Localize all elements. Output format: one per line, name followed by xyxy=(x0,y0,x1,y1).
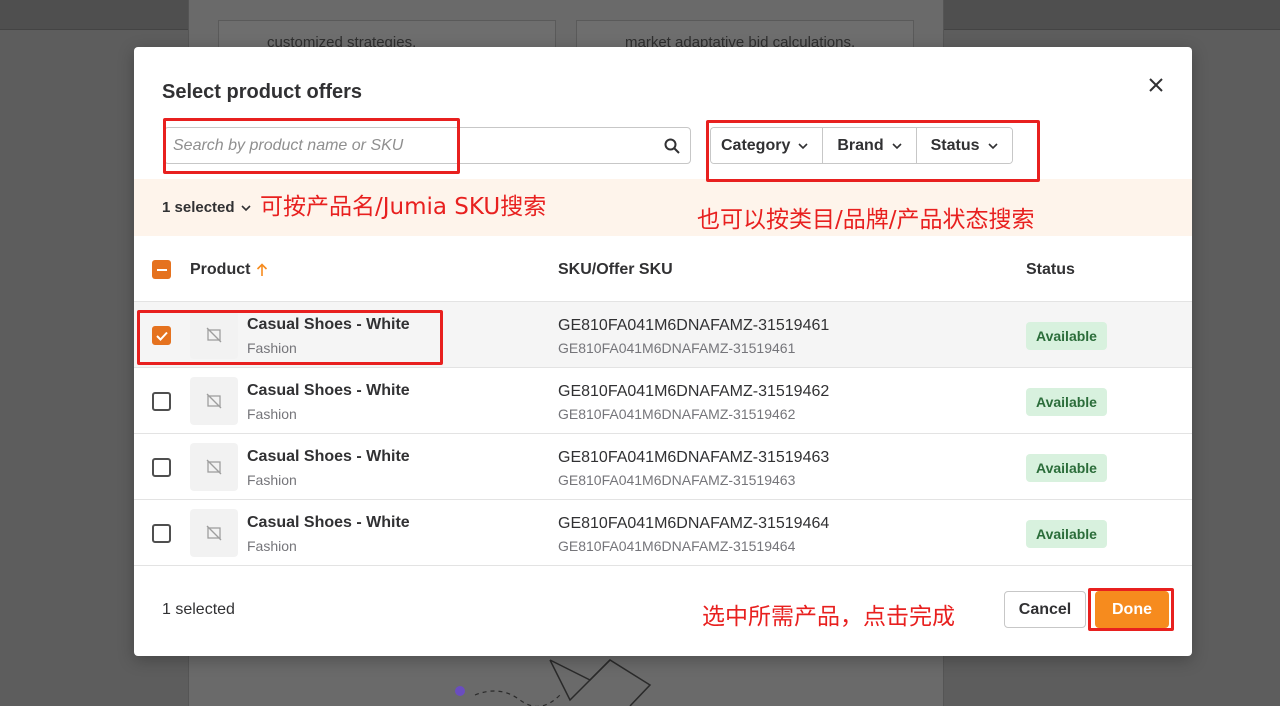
product-sku: GE810FA041M6DNAFAMZ-31519463 xyxy=(558,449,830,466)
checkmark-icon xyxy=(155,331,168,341)
chevron-down-icon xyxy=(987,142,998,149)
chevron-down-icon xyxy=(240,204,251,211)
offer-sku: GE810FA041M6DNAFAMZ-31519461 xyxy=(558,340,796,356)
status-badge: Available xyxy=(1026,520,1107,548)
status-column-header: Status xyxy=(1026,261,1075,278)
brand-filter-label: Brand xyxy=(837,136,884,154)
offer-sku: GE810FA041M6DNAFAMZ-31519464 xyxy=(558,538,796,554)
product-category: Fashion xyxy=(247,472,297,488)
row-checkbox[interactable] xyxy=(152,326,171,345)
search-icon[interactable] xyxy=(664,138,680,154)
product-column-header[interactable]: Product xyxy=(190,261,268,279)
image-placeholder-icon xyxy=(206,327,222,343)
category-filter-label: Category xyxy=(721,136,791,154)
table-row[interactable]: Casual Shoes - White Fashion GE810FA041M… xyxy=(134,368,1192,434)
product-name: Casual Shoes - White xyxy=(247,514,410,531)
select-offers-modal: Select product offers Category Brand Sta… xyxy=(134,47,1192,656)
chevron-down-icon xyxy=(892,142,902,149)
modal-title: Select product offers xyxy=(162,81,363,103)
table-row[interactable]: Casual Shoes - White Fashion GE810FA041M… xyxy=(134,434,1192,500)
status-filter-button[interactable]: Status xyxy=(916,128,1012,163)
product-column-label: Product xyxy=(190,261,251,278)
status-badge: Available xyxy=(1026,388,1107,416)
annotation-filter-note: 也可以按类目/品牌/产品状态搜索 xyxy=(697,207,1035,233)
row-checkbox[interactable] xyxy=(152,392,171,411)
product-thumbnail xyxy=(190,311,238,359)
product-name: Casual Shoes - White xyxy=(247,316,410,333)
footer-selected-count: 1 selected xyxy=(162,601,235,618)
product-name: Casual Shoes - White xyxy=(247,382,410,399)
sku-column-header: SKU/Offer SKU xyxy=(558,261,673,278)
product-category: Fashion xyxy=(247,538,297,554)
table-row[interactable]: Casual Shoes - White Fashion GE810FA041M… xyxy=(134,302,1192,368)
status-badge: Available xyxy=(1026,322,1107,350)
product-sku: GE810FA041M6DNAFAMZ-31519462 xyxy=(558,383,830,400)
close-button[interactable] xyxy=(1144,73,1168,97)
offer-sku: GE810FA041M6DNAFAMZ-31519463 xyxy=(558,472,796,488)
search-box xyxy=(164,127,691,164)
product-name: Casual Shoes - White xyxy=(247,448,410,465)
done-button[interactable]: Done xyxy=(1095,591,1169,628)
table-row[interactable]: Casual Shoes - White Fashion GE810FA041M… xyxy=(134,500,1192,566)
table-header: Product SKU/Offer SKU Status xyxy=(134,236,1192,302)
offer-sku: GE810FA041M6DNAFAMZ-31519462 xyxy=(558,406,796,422)
close-icon xyxy=(1149,78,1163,92)
modal-footer: 1 selected Cancel Done xyxy=(134,566,1192,656)
background-illustration xyxy=(455,659,652,706)
image-placeholder-icon xyxy=(206,525,222,541)
annotation-search-note: 可按产品名/Jumia SKU搜索 xyxy=(260,194,547,220)
annotation-done-note: 选中所需产品，点击完成 xyxy=(702,604,955,630)
product-sku: GE810FA041M6DNAFAMZ-31519464 xyxy=(558,515,830,532)
filter-group: Category Brand Status xyxy=(710,127,1013,164)
selected-summary-toggle[interactable]: 1 selected xyxy=(162,199,251,216)
cancel-button[interactable]: Cancel xyxy=(1004,591,1086,628)
selected-summary-text: 1 selected xyxy=(162,199,235,216)
chevron-down-icon xyxy=(798,142,808,149)
row-checkbox[interactable] xyxy=(152,458,171,477)
product-thumbnail xyxy=(190,443,238,491)
brand-filter-button[interactable]: Brand xyxy=(823,128,917,163)
indeterminate-mark xyxy=(156,268,167,271)
select-all-checkbox[interactable] xyxy=(152,260,171,279)
image-placeholder-icon xyxy=(206,459,222,475)
product-thumbnail xyxy=(190,377,238,425)
search-input[interactable] xyxy=(165,128,655,163)
category-filter-button[interactable]: Category xyxy=(711,128,824,163)
status-filter-label: Status xyxy=(930,136,980,154)
product-thumbnail xyxy=(190,509,238,557)
status-badge: Available xyxy=(1026,454,1107,482)
product-category: Fashion xyxy=(247,340,297,356)
product-category: Fashion xyxy=(247,406,297,422)
product-sku: GE810FA041M6DNAFAMZ-31519461 xyxy=(558,317,830,334)
sort-ascending-icon xyxy=(257,263,268,276)
image-placeholder-icon xyxy=(206,393,222,409)
row-checkbox[interactable] xyxy=(152,524,171,543)
